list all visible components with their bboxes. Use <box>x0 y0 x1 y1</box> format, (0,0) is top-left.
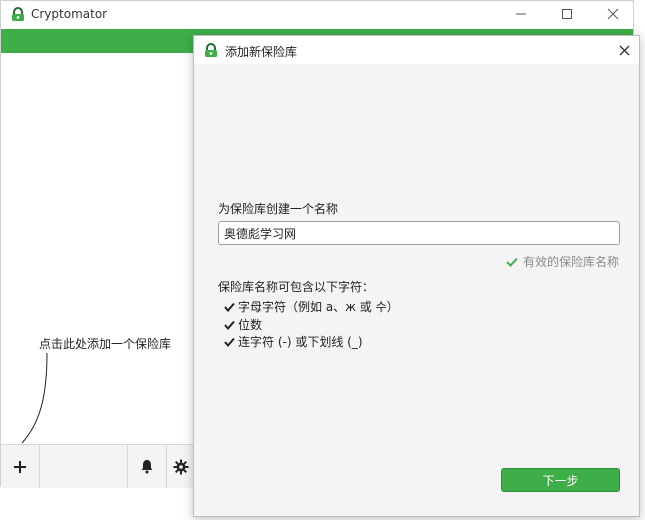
maximize-button[interactable] <box>544 1 590 27</box>
main-titlebar: Cryptomator <box>1 1 633 29</box>
main-window-title: Cryptomator <box>31 7 108 21</box>
dialog-titlebar: 添加新保险库 <box>194 36 639 64</box>
add-vault-button[interactable] <box>1 445 39 488</box>
add-vault-hint: 点击此处添加一个保险库 <box>39 337 172 351</box>
settings-button[interactable] <box>167 445 195 488</box>
cryptomator-logo-icon <box>12 7 24 21</box>
vault-name-input[interactable] <box>218 221 620 245</box>
rule-item: 字母字符（例如 a、ж 或 수） <box>224 298 399 315</box>
bell-icon <box>141 460 153 474</box>
minimize-icon <box>516 13 526 15</box>
rule-item: 位数 <box>224 316 262 333</box>
cryptomator-logo-icon <box>205 43 217 57</box>
vault-name-prompt: 为保险库创建一个名称 <box>218 202 339 216</box>
next-button[interactable]: 下一步 <box>501 468 620 492</box>
close-window-button[interactable] <box>590 1 636 27</box>
dialog-title: 添加新保险库 <box>225 45 298 59</box>
check-icon <box>224 320 235 330</box>
plus-icon <box>14 460 26 473</box>
notifications-button[interactable] <box>128 445 166 488</box>
main-footer <box>1 444 195 488</box>
gear-icon <box>173 459 189 474</box>
rule-item: 连字符 (-) 或下划线 (_) <box>224 333 363 350</box>
minimize-button[interactable] <box>498 1 544 27</box>
check-icon <box>224 302 235 312</box>
rule-text: 连字符 (-) 或下划线 (_) <box>238 335 363 349</box>
close-icon <box>619 45 629 55</box>
validation-message: 有效的保险库名称 <box>522 255 619 269</box>
footer-divider <box>39 445 40 488</box>
close-icon <box>607 8 619 20</box>
rules-heading: 保险库名称可包含以下字符： <box>218 280 375 294</box>
add-vault-dialog: 添加新保险库 为保险库创建一个名称 有效的保险库名称 保险库名称可包含以下字符：… <box>193 35 640 517</box>
rule-text: 位数 <box>238 318 263 332</box>
hint-arrow <box>21 352 48 444</box>
dialog-close-button[interactable] <box>611 36 637 64</box>
check-icon <box>506 257 518 267</box>
validation-status: 有效的保险库名称 <box>506 253 619 270</box>
maximize-icon <box>562 9 572 19</box>
rule-text: 字母字符（例如 a、ж 或 수） <box>238 300 399 314</box>
check-icon <box>224 337 235 347</box>
